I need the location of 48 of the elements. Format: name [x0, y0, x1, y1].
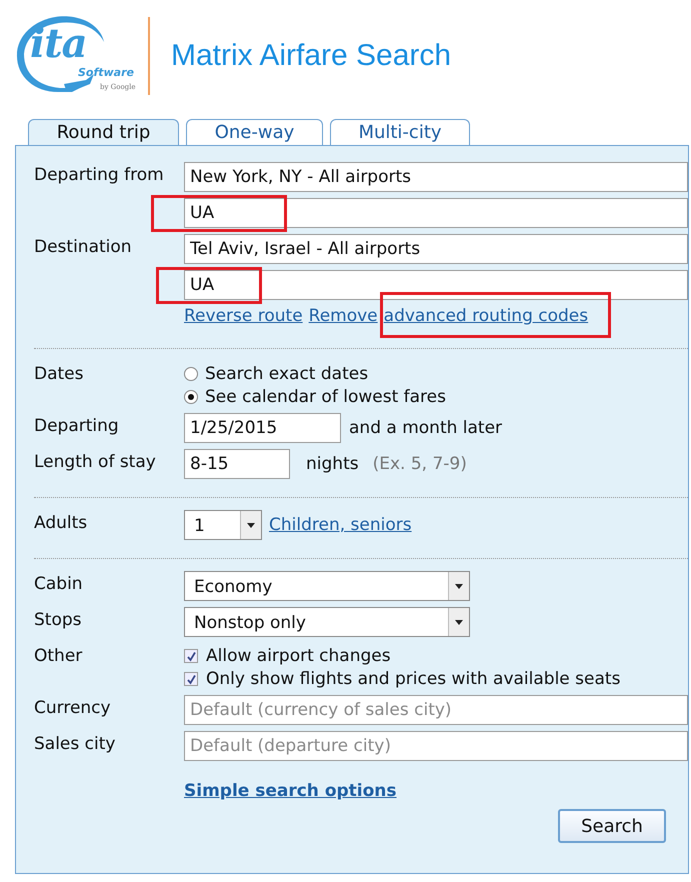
routing-code-field[interactable]: UA	[184, 270, 688, 300]
airport-field[interactable]: Tel Aviv, Israel - All airports	[184, 234, 688, 264]
search-button[interactable]: Search	[558, 809, 666, 843]
routing-code-field[interactable]: UA	[184, 198, 688, 228]
option-label: Search exact dates	[205, 364, 368, 384]
route-link[interactable]: advanced routing codes	[384, 306, 588, 326]
text-field[interactable]: Default (departure city)	[184, 731, 688, 761]
route-link[interactable]: Remove	[308, 306, 378, 326]
checkbox[interactable]	[184, 672, 198, 686]
field-label: Currency	[34, 698, 111, 718]
field-label: Stops	[34, 610, 82, 630]
passengers-link[interactable]: Children, seniors	[269, 515, 412, 535]
trip-type-tab[interactable]: Multi-city	[330, 119, 470, 145]
field-label: Sales city	[34, 734, 116, 754]
option-dropdown[interactable]: Economy	[184, 571, 470, 601]
dropdown-arrow-icon	[247, 522, 255, 528]
date-field[interactable]: 1/25/2015	[184, 413, 341, 443]
field-label: Destination	[34, 237, 132, 257]
field-label: Length of stay	[34, 452, 156, 472]
option-dropdown[interactable]: Nonstop only	[184, 607, 470, 637]
field-label: Other	[34, 646, 82, 666]
dropdown-arrow-icon	[455, 620, 463, 624]
field-label: Departing from	[34, 165, 164, 185]
route-link[interactable]: Reverse route	[184, 306, 303, 326]
logo-mark: ita	[30, 20, 87, 67]
option-label: Only show flights and prices with available seats	[206, 669, 620, 689]
text-field[interactable]: Default (currency of sales city)	[184, 695, 688, 725]
radio-button[interactable]	[184, 390, 198, 404]
airport-field[interactable]: New York, NY - All airports	[184, 162, 688, 192]
option-label: Allow airport changes	[206, 646, 391, 666]
field-note: nights	[306, 454, 359, 474]
radio-button[interactable]	[184, 367, 198, 381]
field-label: Cabin	[34, 574, 83, 594]
field-label: Departing	[34, 416, 119, 436]
page-title: Matrix Airfare Search	[171, 39, 452, 73]
checkbox[interactable]	[184, 649, 198, 663]
simple-options-link[interactable]: Simple search options	[184, 781, 397, 801]
logo-wordmark: Software	[78, 66, 134, 79]
dropdown-arrow-icon	[455, 584, 463, 588]
option-label: See calendar of lowest fares	[205, 387, 446, 407]
field-label: Adults	[34, 513, 88, 533]
hint-text: (Ex. 5, 7-9)	[372, 454, 467, 474]
adults-dropdown[interactable]: 1	[184, 510, 262, 540]
trip-type-tab[interactable]: Round trip	[28, 119, 179, 145]
field-label: Dates	[34, 364, 84, 384]
field-note: and a month later	[349, 418, 502, 438]
trip-type-tab[interactable]: One-way	[186, 119, 323, 145]
stay-field[interactable]: 8-15	[184, 449, 290, 479]
